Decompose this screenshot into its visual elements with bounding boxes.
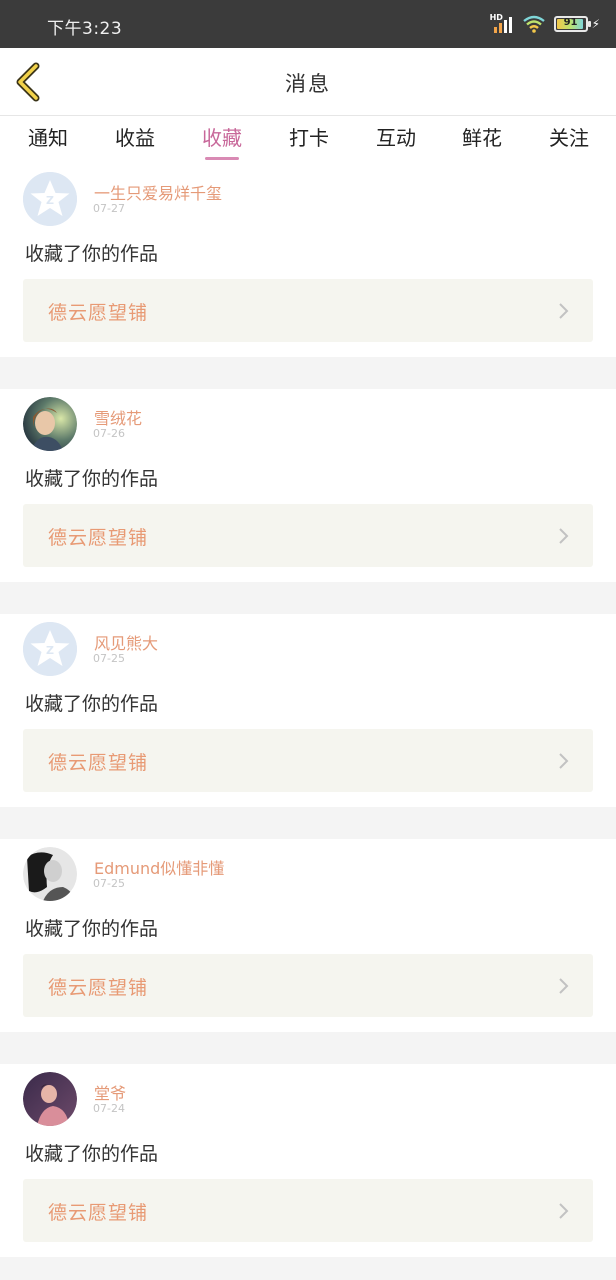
chevron-right-icon xyxy=(559,303,569,319)
svg-text:Z: Z xyxy=(46,644,54,657)
list-item: Z 一生只爱易烊千玺 07-27 收藏了你的作品 德云愿望铺 xyxy=(0,164,616,357)
action-text: 收藏了你的作品 xyxy=(25,243,159,265)
list-item: Z 风见熊大 07-25 收藏了你的作品 德云愿望铺 xyxy=(0,614,616,807)
work-title: 德云愿望铺 xyxy=(48,302,149,324)
separator xyxy=(0,357,616,389)
default-avatar-icon[interactable]: Z xyxy=(23,172,77,226)
tab-income[interactable]: 收益 xyxy=(105,122,165,151)
status-time: 下午3:23 xyxy=(47,19,123,39)
separator xyxy=(0,582,616,614)
battery-icon: 91 xyxy=(553,16,591,32)
work-link[interactable]: 德云愿望铺 xyxy=(23,1179,593,1242)
work-link[interactable]: 德云愿望铺 xyxy=(23,504,593,567)
chevron-right-icon xyxy=(559,1203,569,1219)
work-title: 德云愿望铺 xyxy=(48,752,149,774)
tab-notice[interactable]: 通知 xyxy=(18,122,78,151)
work-link[interactable]: 德云愿望铺 xyxy=(23,279,593,342)
avatar[interactable] xyxy=(23,847,77,901)
username[interactable]: 雪绒花 xyxy=(94,405,142,429)
date: 07-25 xyxy=(93,877,125,890)
list-item: Edmund似懂非懂 07-25 收藏了你的作品 德云愿望铺 xyxy=(0,839,616,1032)
separator xyxy=(0,1032,616,1064)
action-text: 收藏了你的作品 xyxy=(25,693,159,715)
wifi-icon xyxy=(522,15,545,33)
default-avatar-icon[interactable]: Z xyxy=(23,622,77,676)
chevron-right-icon xyxy=(559,528,569,544)
work-title: 德云愿望铺 xyxy=(48,977,149,999)
signal-icon: HD xyxy=(490,13,514,35)
tab-checkin[interactable]: 打卡 xyxy=(279,122,339,151)
date: 07-26 xyxy=(93,427,125,440)
nav-bar: 消息 xyxy=(0,48,616,116)
notification-list: Z 一生只爱易烊千玺 07-27 收藏了你的作品 德云愿望铺 雪绒花 07-26… xyxy=(0,164,616,1280)
list-item: 堂爷 07-24 收藏了你的作品 德云愿望铺 xyxy=(0,1064,616,1257)
action-text: 收藏了你的作品 xyxy=(25,918,159,940)
tab-favorites[interactable]: 收藏 xyxy=(192,122,252,151)
action-text: 收藏了你的作品 xyxy=(25,468,159,490)
username[interactable]: 风见熊大 xyxy=(94,630,158,654)
tab-flowers[interactable]: 鲜花 xyxy=(452,122,512,151)
username[interactable]: 一生只爱易烊千玺 xyxy=(94,180,222,204)
separator xyxy=(0,807,616,839)
page-title: 消息 xyxy=(285,72,331,96)
active-tab-indicator xyxy=(205,157,239,160)
chevron-right-icon xyxy=(559,753,569,769)
tab-interaction[interactable]: 互动 xyxy=(366,122,426,151)
username[interactable]: 堂爷 xyxy=(94,1080,126,1104)
work-title: 德云愿望铺 xyxy=(48,1202,149,1224)
date: 07-27 xyxy=(93,202,125,215)
tab-follow[interactable]: 关注 xyxy=(539,122,599,151)
work-title: 德云愿望铺 xyxy=(48,527,149,549)
avatar[interactable] xyxy=(23,1072,77,1126)
status-icons: HD 91 ⚡ xyxy=(490,12,600,36)
battery-level: 91 xyxy=(563,17,578,28)
work-link[interactable]: 德云愿望铺 xyxy=(23,729,593,792)
charging-icon: ⚡ xyxy=(591,17,600,31)
list-item: 雪绒花 07-26 收藏了你的作品 德云愿望铺 xyxy=(0,389,616,582)
chevron-right-icon xyxy=(559,978,569,994)
action-text: 收藏了你的作品 xyxy=(25,1143,159,1165)
date: 07-24 xyxy=(93,1102,125,1115)
work-link[interactable]: 德云愿望铺 xyxy=(23,954,593,1017)
status-bar: 下午3:23 HD 91 ⚡ xyxy=(0,0,616,48)
separator xyxy=(0,1257,616,1280)
username[interactable]: Edmund似懂非懂 xyxy=(94,855,224,879)
avatar[interactable] xyxy=(23,397,77,451)
date: 07-25 xyxy=(93,652,125,665)
tab-bar: 通知 收益 收藏 打卡 互动 鲜花 关注 xyxy=(0,116,616,164)
svg-text:Z: Z xyxy=(46,194,54,207)
